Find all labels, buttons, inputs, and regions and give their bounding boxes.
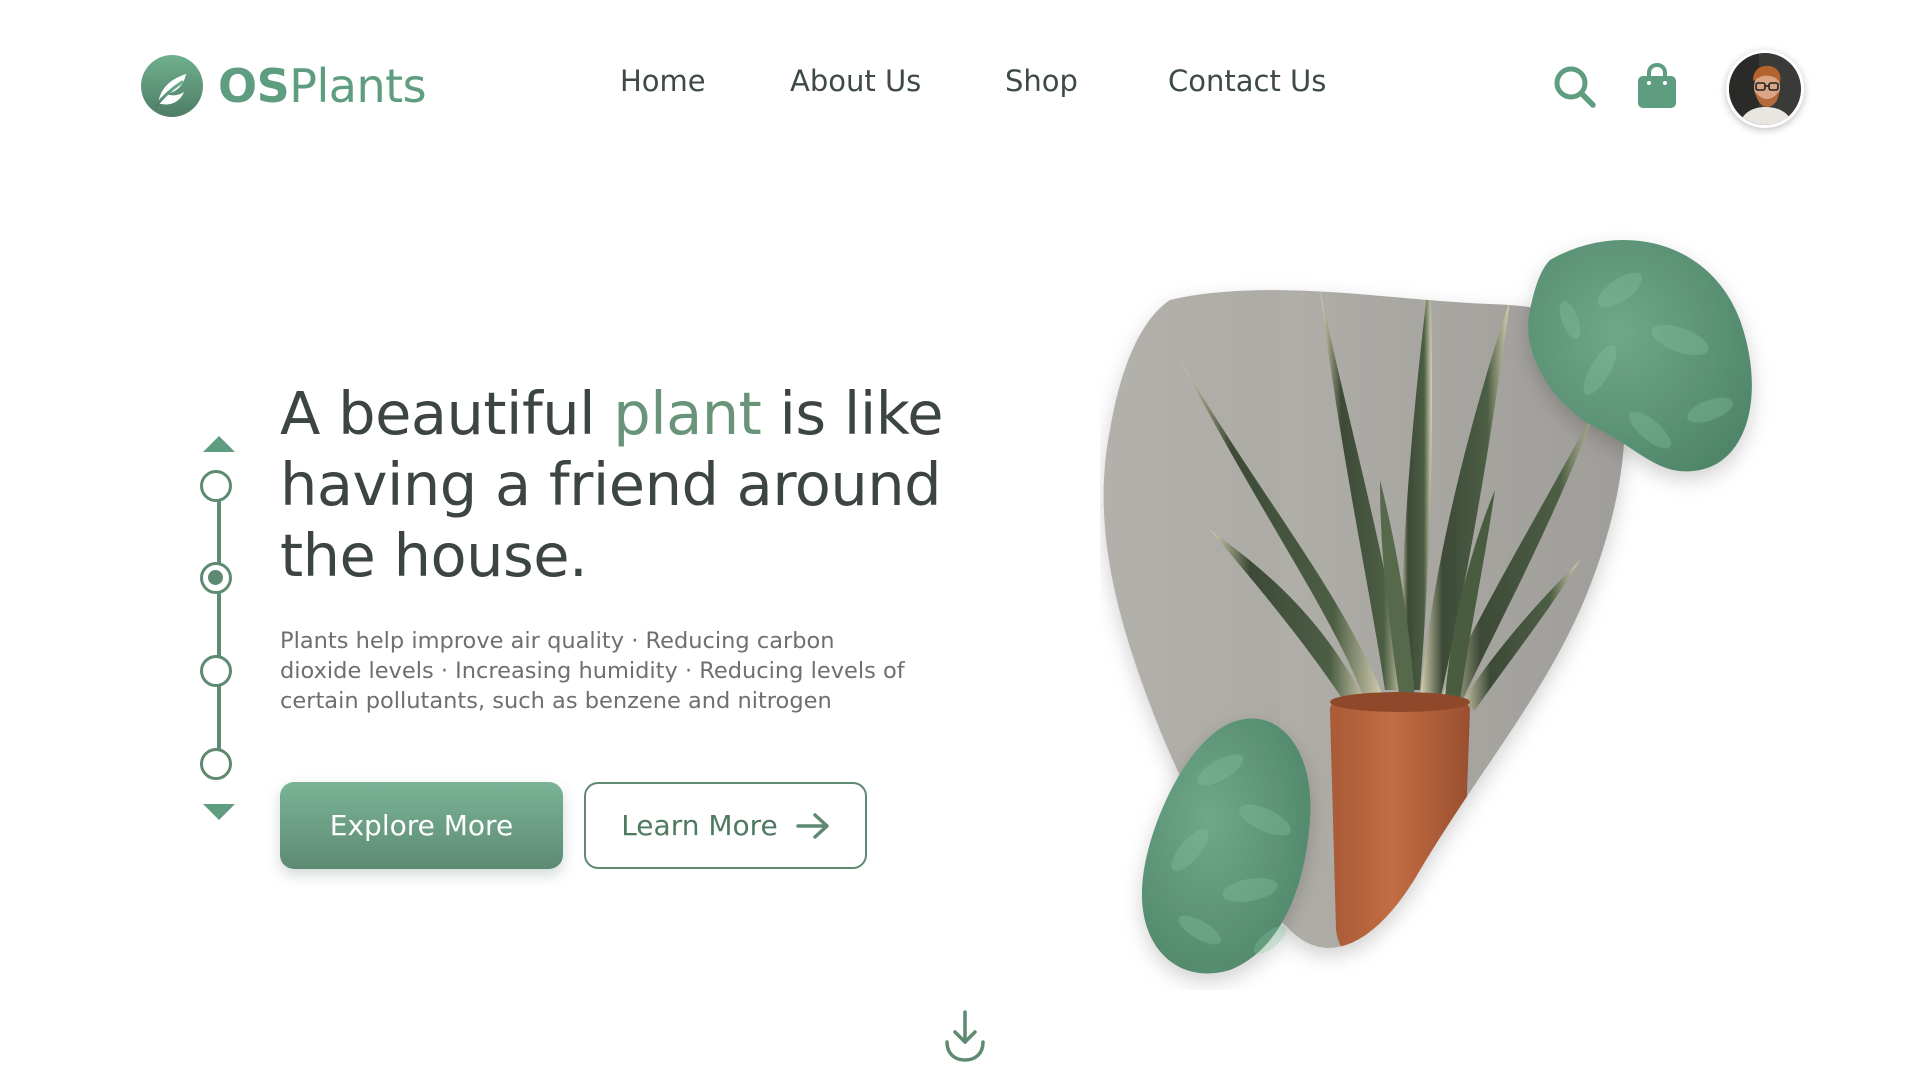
search-icon[interactable] — [1552, 64, 1598, 110]
slide-down-arrow-icon[interactable] — [203, 804, 235, 822]
hero-title: A beautiful plant is like having a frien… — [280, 378, 1000, 591]
hero-title-part1: A beautiful — [280, 379, 614, 448]
hero-description: Plants help improve air quality · Reduci… — [280, 628, 905, 714]
brand-logo[interactable]: OSPlants — [140, 52, 427, 120]
scroll-down-icon[interactable] — [942, 1008, 988, 1064]
nav-shop[interactable]: Shop — [1005, 64, 1078, 98]
brand-wordmark: OSPlants — [218, 63, 427, 109]
hero-plant-illustration — [1103, 240, 1752, 974]
arrow-right-icon — [796, 812, 829, 839]
avatar-portrait-icon — [1729, 53, 1801, 125]
leaf-logo-icon — [141, 55, 203, 117]
user-avatar[interactable] — [1726, 50, 1804, 128]
shopping-bag-icon[interactable] — [1636, 62, 1678, 110]
nav-home[interactable]: Home — [620, 64, 706, 98]
nav-contact-us[interactable]: Contact Us — [1168, 64, 1326, 98]
slide-dot-1[interactable] — [200, 470, 232, 502]
landing-page: OSPlants Home About Us Shop Contact Us A… — [0, 0, 1920, 1080]
slide-dot-3[interactable] — [200, 655, 232, 687]
stepper-track — [217, 485, 221, 765]
slide-up-arrow-icon[interactable] — [203, 434, 235, 452]
brand-name-bold: OS — [218, 59, 290, 113]
nav-about-us[interactable]: About Us — [790, 64, 921, 98]
slide-dot-2[interactable] — [200, 562, 232, 594]
explore-more-button[interactable]: Explore More — [280, 782, 563, 869]
learn-more-label: Learn More — [621, 809, 778, 842]
brand-name-regular: Plants — [289, 59, 427, 113]
slide-dot-4[interactable] — [200, 748, 232, 780]
learn-more-button[interactable]: Learn More — [584, 782, 867, 869]
hero-title-accent: plant — [613, 379, 762, 448]
